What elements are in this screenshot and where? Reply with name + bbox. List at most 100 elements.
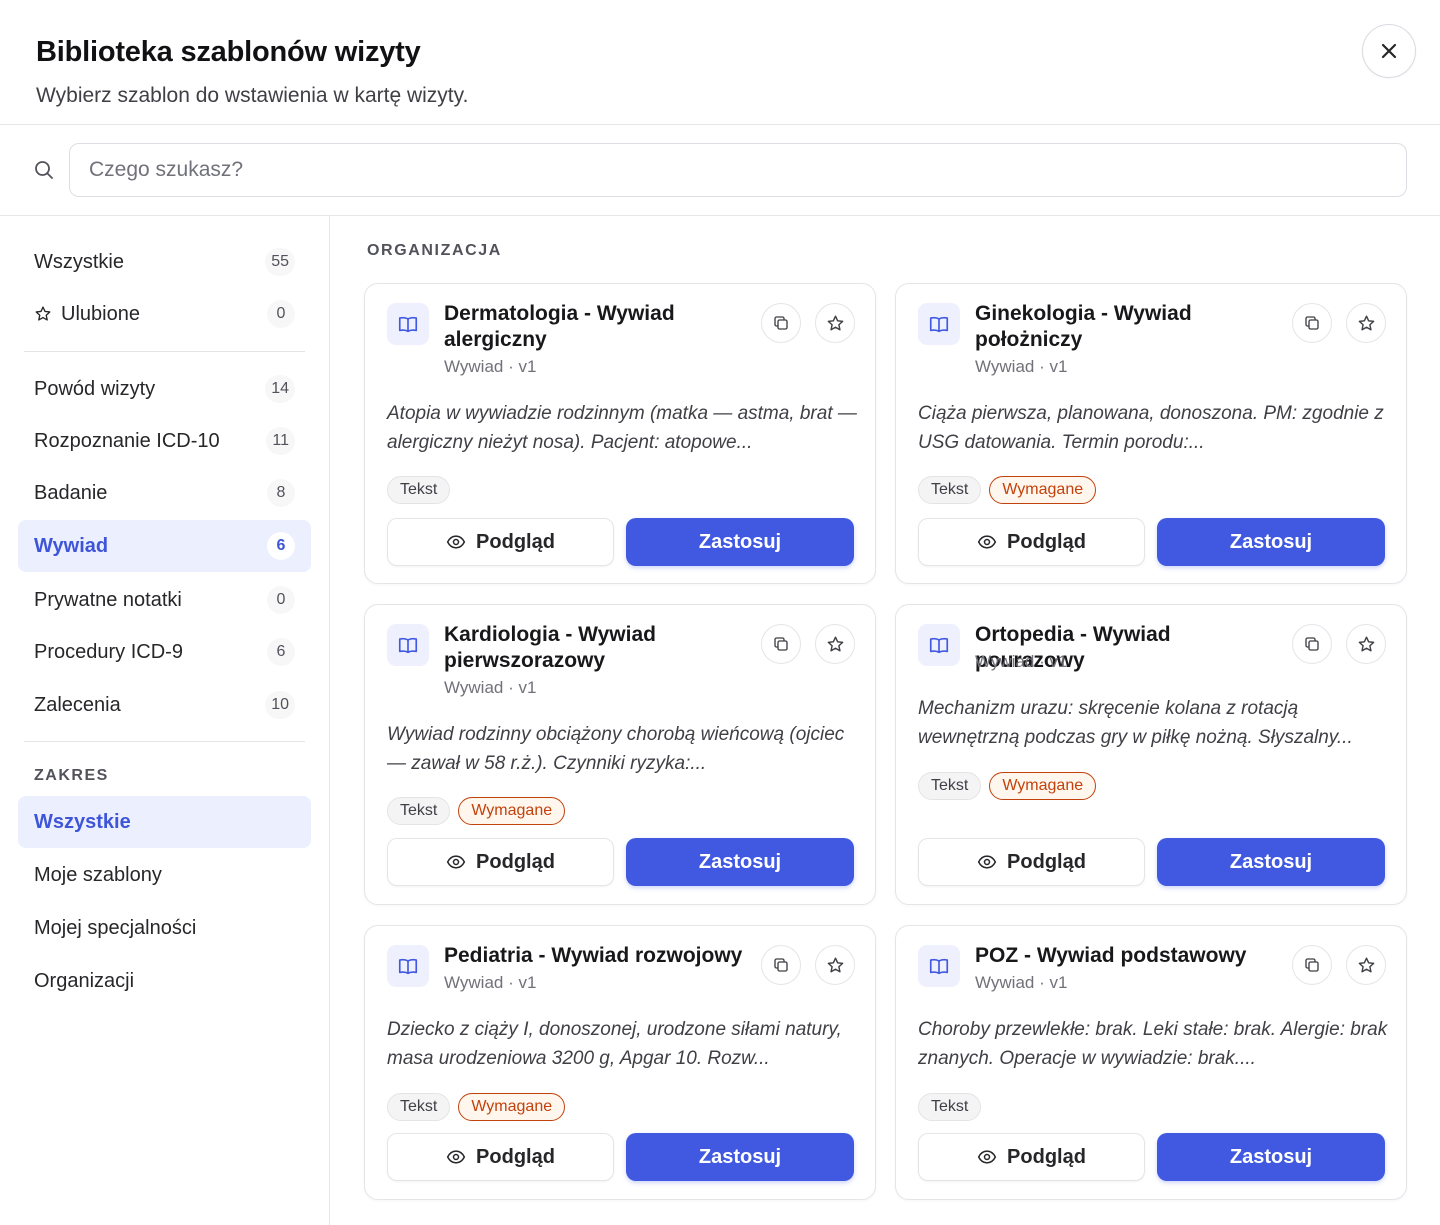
scope-item-wszystkie[interactable]: Wszystkie — [18, 796, 311, 848]
sidebar-divider — [24, 741, 305, 742]
sidebar-item-count: 6 — [267, 532, 295, 560]
favorite-button[interactable] — [815, 303, 855, 343]
sidebar-item-count: 10 — [265, 691, 295, 719]
template-card: POZ - Wywiad podstawowy Wywiad · v1 Chor… — [895, 925, 1407, 1200]
book-icon — [918, 624, 960, 666]
book-icon — [918, 945, 960, 987]
sidebar-item-ulubione[interactable]: Ulubione 0 — [18, 288, 311, 340]
sidebar-item-procedury-icd9[interactable]: Procedury ICD-9 6 — [18, 626, 311, 678]
sidebar-item-label: Wszystkie — [34, 250, 124, 273]
scope-item-moje-szablony[interactable]: Moje szablony — [18, 849, 311, 901]
copy-button[interactable] — [761, 624, 801, 664]
card-tags: Tekst Wymagane — [387, 1093, 566, 1121]
close-button[interactable] — [1362, 24, 1416, 78]
eye-icon — [446, 535, 466, 549]
preview-label: Podgląd — [1007, 530, 1086, 553]
sidebar-item-label: Zalecenia — [34, 693, 121, 716]
copy-icon — [1305, 958, 1319, 972]
apply-button[interactable]: Zastosuj — [626, 838, 854, 886]
copy-icon — [1305, 637, 1319, 651]
preview-button[interactable]: Podgląd — [387, 518, 614, 566]
search-input[interactable] — [69, 143, 1407, 197]
card-meta: Wywiad · v1 — [444, 973, 537, 992]
favorite-button[interactable] — [1346, 624, 1386, 664]
apply-button[interactable]: Zastosuj — [1157, 518, 1385, 566]
dialog-title: Biblioteka szablonów wizyty — [36, 36, 421, 68]
sidebar-item-count: 0 — [267, 586, 295, 614]
sidebar-item-prywatne-notatki[interactable]: Prywatne notatki 0 — [18, 574, 311, 626]
sidebar-item-count: 11 — [266, 427, 295, 455]
preview-button[interactable]: Podgląd — [387, 838, 614, 886]
sidebar-item-label: Procedury ICD-9 — [34, 640, 183, 663]
copy-icon — [774, 316, 788, 330]
sidebar-item-wszystkie[interactable]: Wszystkie 55 — [18, 236, 311, 288]
card-title: Pediatria - Wywiad rozwojowy — [444, 944, 743, 967]
star-icon — [1358, 957, 1374, 972]
sidebar-item-label: Powód wizyty — [34, 377, 156, 400]
card-title: Dermatologia - Wywiad alergiczny — [444, 302, 675, 351]
favorite-button[interactable] — [815, 945, 855, 985]
copy-button[interactable] — [1292, 945, 1332, 985]
eye-icon — [446, 855, 466, 869]
template-card: Dermatologia - Wywiad alergiczny Wywiad … — [364, 283, 876, 584]
card-description: Dziecko z ciąży I, donoszonej, urodzone … — [387, 1019, 842, 1069]
card-tags: Tekst — [387, 476, 451, 504]
scope-item-label: Organizacji — [34, 969, 135, 992]
sidebar-item-count: 8 — [267, 479, 295, 507]
scope-item-label: Wszystkie — [34, 810, 131, 833]
scope-item-label: Moje szablony — [34, 863, 162, 886]
card-title: POZ - Wywiad podstawowy — [975, 944, 1247, 967]
card-title: Kardiologia - Wywiad pierwszorazowy — [444, 623, 656, 672]
tag-required: Wymagane — [458, 1093, 566, 1121]
copy-button[interactable] — [761, 945, 801, 985]
copy-button[interactable] — [1292, 303, 1332, 343]
search-icon — [35, 161, 53, 179]
sidebar-item-label: Wywiad — [34, 534, 109, 557]
card-tags: Tekst Wymagane — [918, 476, 1097, 504]
card-meta: Wywiad · v1 — [975, 973, 1068, 992]
favorite-button[interactable] — [815, 624, 855, 664]
search-bar — [0, 125, 1440, 216]
card-meta: Wywiad · v1 — [975, 652, 1068, 671]
template-card: Kardiologia - Wywiad pierwszorazowy Wywi… — [364, 604, 876, 905]
copy-button[interactable] — [1292, 624, 1332, 664]
section-label-organizacja: ORGANIZACJA — [367, 242, 502, 259]
apply-button[interactable]: Zastosuj — [1157, 838, 1385, 886]
apply-button[interactable]: Zastosuj — [626, 1133, 854, 1181]
apply-button[interactable]: Zastosuj — [1157, 1133, 1385, 1181]
copy-button[interactable] — [761, 303, 801, 343]
sidebar-item-wywiad[interactable]: Wywiad 6 — [18, 520, 311, 572]
sidebar-item-powod-wizyty[interactable]: Powód wizyty 14 — [18, 363, 311, 415]
sidebar-divider — [24, 351, 305, 352]
preview-button[interactable]: Podgląd — [918, 1133, 1145, 1181]
scope-section-label: ZAKRES — [34, 767, 109, 784]
scope-item-organizacji[interactable]: Organizacji — [18, 955, 311, 1007]
tag-text: Tekst — [918, 772, 982, 800]
sidebar-item-label: Rozpoznanie ICD-10 — [34, 429, 220, 452]
copy-icon — [774, 637, 788, 651]
preview-button[interactable]: Podgląd — [918, 838, 1145, 886]
tag-required: Wymagane — [989, 476, 1097, 504]
sidebar-item-zalecenia[interactable]: Zalecenia 10 — [18, 679, 311, 731]
dialog-header: Biblioteka szablonów wizyty Wybierz szab… — [0, 0, 1440, 125]
tag-text: Tekst — [387, 476, 451, 504]
preview-button[interactable]: Podgląd — [918, 518, 1145, 566]
apply-button[interactable]: Zastosuj — [626, 518, 854, 566]
preview-label: Podgląd — [476, 1145, 555, 1168]
sidebar-item-count: 14 — [265, 375, 295, 403]
card-tags: Tekst Wymagane — [918, 772, 1097, 800]
favorite-button[interactable] — [1346, 303, 1386, 343]
favorite-button[interactable] — [1346, 945, 1386, 985]
sidebar-item-rozpoznanie-icd10[interactable]: Rozpoznanie ICD-10 11 — [18, 415, 311, 467]
book-icon — [387, 945, 429, 987]
card-tags: Tekst Wymagane — [387, 797, 566, 825]
scope-item-mojej-specjalnosci[interactable]: Mojej specjalności — [18, 902, 311, 954]
tag-text: Tekst — [387, 797, 451, 825]
preview-label: Podgląd — [1007, 1145, 1086, 1168]
preview-button[interactable]: Podgląd — [387, 1133, 614, 1181]
sidebar-item-label: Prywatne notatki — [34, 588, 182, 611]
card-meta: Wywiad · v1 — [444, 678, 537, 697]
eye-icon — [977, 855, 997, 869]
sidebar-item-badanie[interactable]: Badanie 8 — [18, 467, 311, 519]
card-description: Atopia w wywiadzie rodzinnym (matka — as… — [387, 403, 857, 453]
